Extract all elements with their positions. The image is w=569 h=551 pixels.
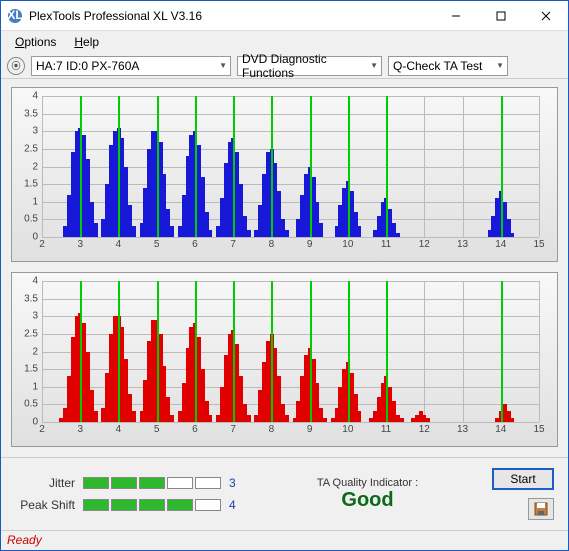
function-select-label: DVD Diagnostic Functions [242, 52, 377, 80]
chart-top: 00.511.522.533.5423456789101112131415 [11, 87, 558, 262]
toolbar: ⦿ HA:7 ID:0 PX-760A ▼ DVD Diagnostic Fun… [1, 53, 568, 79]
drive-icon: ⦿ [7, 57, 25, 75]
minimize-button[interactable] [433, 1, 478, 30]
menu-options[interactable]: Options [7, 33, 64, 51]
meter-segment [195, 477, 221, 489]
meter-segment [195, 499, 221, 511]
title-bar: XL PlexTools Professional XL V3.16 [1, 1, 568, 31]
meter-segment [111, 477, 137, 489]
ta-value: Good [261, 489, 474, 512]
peak-label: Peak Shift [15, 498, 75, 512]
app-icon: XL [7, 8, 23, 24]
drive-select-label: HA:7 ID:0 PX-760A [36, 59, 139, 73]
chevron-down-icon: ▼ [219, 61, 227, 70]
chevron-down-icon: ▼ [370, 61, 378, 70]
meter-segment [139, 499, 165, 511]
meter-segment [167, 499, 193, 511]
peak-value: 4 [229, 498, 243, 512]
peak-meter: Peak Shift 4 [15, 498, 243, 512]
chevron-down-icon: ▼ [496, 61, 504, 70]
meter-segment [167, 477, 193, 489]
meter-segment [111, 499, 137, 511]
function-select[interactable]: DVD Diagnostic Functions ▼ [237, 56, 382, 76]
ta-label: TA Quality Indicator : [261, 477, 474, 489]
floppy-icon [534, 502, 548, 516]
status-bar: Ready [1, 530, 568, 550]
jitter-value: 3 [229, 476, 243, 490]
svg-text:XL: XL [7, 8, 22, 22]
maximize-button[interactable] [478, 1, 523, 30]
menu-help[interactable]: Help [66, 33, 107, 51]
drive-select[interactable]: HA:7 ID:0 PX-760A ▼ [31, 56, 231, 76]
test-select[interactable]: Q-Check TA Test ▼ [388, 56, 508, 76]
meter-segment [83, 499, 109, 511]
menu-bar: Options Help [1, 31, 568, 53]
bottom-panel: Jitter 3 Peak Shift 4 TA Quality Indicat… [1, 457, 568, 530]
jitter-label: Jitter [15, 476, 75, 490]
window-title: PlexTools Professional XL V3.16 [29, 9, 433, 23]
status-text: Ready [7, 533, 42, 547]
meter-segment [139, 477, 165, 489]
save-icon-button[interactable] [528, 498, 554, 520]
jitter-meter: Jitter 3 [15, 476, 243, 490]
close-button[interactable] [523, 1, 568, 30]
ta-indicator: TA Quality Indicator : Good [261, 477, 474, 512]
meter-segment [83, 477, 109, 489]
chart-area: 00.511.522.533.5423456789101112131415 00… [1, 79, 568, 457]
test-select-label: Q-Check TA Test [393, 59, 482, 73]
start-button[interactable]: Start [492, 468, 554, 490]
chart-bottom: 00.511.522.533.5423456789101112131415 [11, 272, 558, 447]
